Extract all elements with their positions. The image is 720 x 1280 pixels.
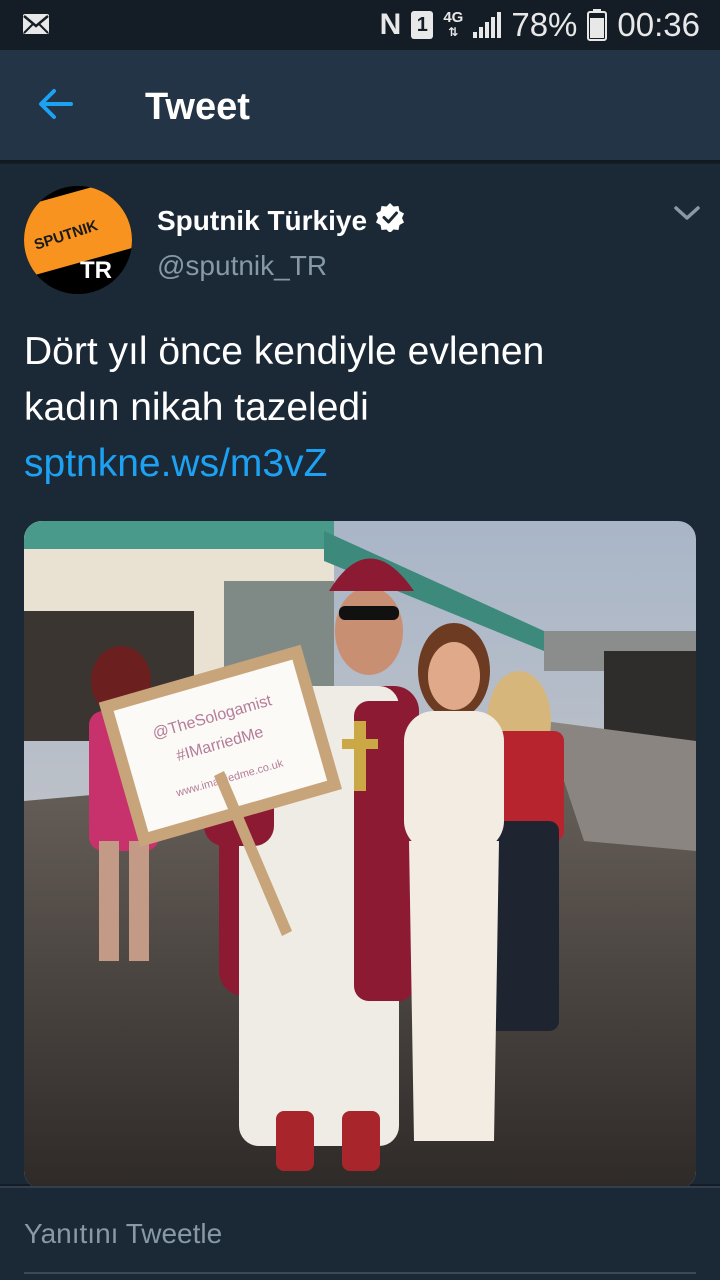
reply-bar: Yanıtını Tweetle xyxy=(0,1186,720,1280)
page-title: Tweet xyxy=(145,86,250,128)
verified-badge-icon xyxy=(375,202,405,239)
tweet-link[interactable]: sptnkne.ws/m3vZ xyxy=(24,436,696,492)
tweet-text-line: Dört yıl önce kendiyle evlenen xyxy=(24,330,545,373)
nfc-icon: N xyxy=(379,8,402,41)
status-bar: N 1 4G ⇅ 78% 00:36 xyxy=(0,0,720,50)
tweet-text-line: kadın nikah tazeledi xyxy=(24,386,369,429)
author-handle[interactable]: @sputnik_TR xyxy=(157,250,327,282)
mail-icon xyxy=(22,12,50,36)
avatar-bottom-text: TR xyxy=(80,257,112,284)
tweet-options-button[interactable] xyxy=(672,204,702,228)
arrow-left-icon xyxy=(37,88,73,125)
signal-icon xyxy=(473,12,502,38)
tweet-text: Dört yıl önce kendiyle evlenen kadın nik… xyxy=(24,324,696,492)
battery-icon xyxy=(587,9,608,41)
author-name-text: Sputnik Türkiye xyxy=(157,204,368,236)
app-bar: Tweet xyxy=(0,50,720,162)
chevron-down-icon xyxy=(672,206,702,228)
reply-input[interactable]: Yanıtını Tweetle xyxy=(24,1218,696,1274)
avatar[interactable]: SPUTNIK TR xyxy=(24,186,132,294)
notification-area xyxy=(22,12,50,41)
battery-percent: 78% xyxy=(511,6,578,43)
tweet-detail: SPUTNIK TR Sputnik Türkiye @sputnik_TR D… xyxy=(0,164,720,1189)
tweet-photo[interactable]: @TheSologamist #IMarriedMe www.imarriedm… xyxy=(24,521,696,1189)
status-icons: N 1 4G ⇅ 78% 00:36 xyxy=(380,6,700,44)
author-name[interactable]: Sputnik Türkiye xyxy=(157,202,405,239)
back-button[interactable] xyxy=(30,86,80,126)
network-type-icon: 4G ⇅ xyxy=(443,9,464,39)
sim-icon: 1 xyxy=(411,11,434,39)
clock: 00:36 xyxy=(617,6,700,43)
